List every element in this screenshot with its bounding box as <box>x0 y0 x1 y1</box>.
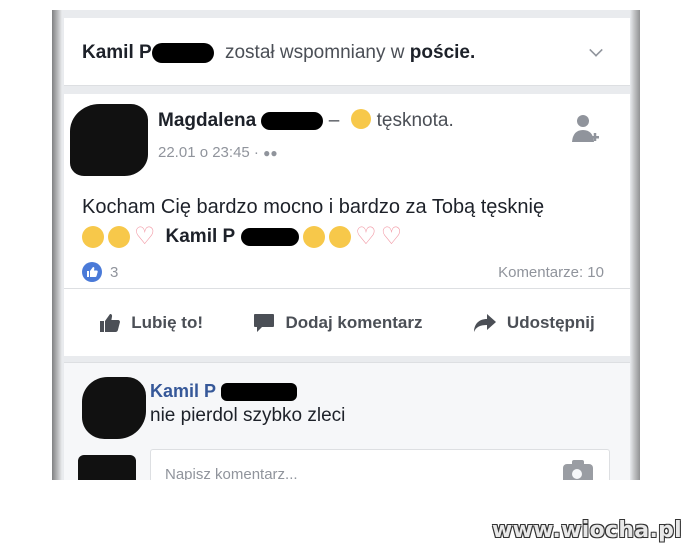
post-meta: 22.01 o 23:45 · ●● <box>158 144 278 161</box>
speech-bubble-icon <box>254 313 275 332</box>
reactions-summary[interactable]: 3 <box>82 262 118 282</box>
commenter-avatar-redacted[interactable] <box>82 377 146 439</box>
friends-audience-icon: ●● <box>263 146 278 160</box>
comment-author-line: Kamil P <box>150 381 297 402</box>
post-actions-bar: Lubię to! Dodaj komentarz Udostępnij <box>64 288 630 356</box>
mentioned-user-name[interactable]: Kamil P <box>82 42 152 63</box>
facebook-screenshot: Kamil P został wspomniany w poście. Magd… <box>52 10 640 480</box>
feeling-separator: – <box>328 110 340 131</box>
notification-action: został wspomniany w <box>224 42 405 63</box>
comment-author[interactable]: Kamil P <box>150 381 216 401</box>
comment-input[interactable]: Napisz komentarz... <box>150 449 610 480</box>
like-label: Lubię to! <box>131 312 203 332</box>
kiss-face-icon <box>108 226 130 248</box>
camera-icon[interactable] <box>563 460 593 480</box>
add-friend-icon[interactable] <box>570 112 600 148</box>
kiss-face-icon <box>329 226 352 248</box>
share-label: Udostępnij <box>506 312 595 332</box>
photo-edge-shadow <box>630 10 640 480</box>
photo-edge-shadow <box>52 10 62 480</box>
comment-text: nie pierdol szybko zleci <box>150 405 346 426</box>
tagged-user[interactable]: Kamil P <box>166 226 236 248</box>
notification-text: Kamil P został wspomniany w poście. <box>82 42 475 64</box>
post-header: Magdalena – tęsknota. <box>158 108 454 132</box>
site-watermark: www.wiocha.pl <box>492 518 682 543</box>
comment-button[interactable]: Dodaj komentarz <box>253 313 422 333</box>
post-link[interactable]: poście. <box>410 42 475 63</box>
redaction-scribble <box>151 42 214 63</box>
like-button[interactable]: Lubię to! <box>99 313 203 333</box>
redaction-scribble <box>220 383 297 402</box>
sad-face-icon <box>350 108 371 129</box>
post-timestamp[interactable]: 22.01 o 23:45 · <box>158 144 259 161</box>
like-count: 3 <box>110 263 119 281</box>
comments-section: Kamil P nie pierdol szybko zleci Napisz … <box>64 362 630 480</box>
redaction-scribble <box>261 111 324 130</box>
post-emoji-line: ♡ Kamil P ♡ ♡ <box>82 223 403 250</box>
share-button[interactable]: Udostępnij <box>473 313 595 333</box>
current-user-avatar-redacted <box>78 455 136 480</box>
share-arrow-icon <box>473 313 496 332</box>
mention-notification[interactable]: Kamil P został wspomniany w poście. <box>64 18 630 86</box>
heart-icon: ♡ <box>380 223 403 250</box>
post-author[interactable]: Magdalena <box>158 110 256 131</box>
comments-count[interactable]: Komentarze: 10 <box>498 264 604 281</box>
comment-input-placeholder: Napisz komentarz... <box>165 466 298 480</box>
redaction-scribble <box>241 228 300 246</box>
like-reaction-icon <box>82 262 102 282</box>
author-avatar-redacted[interactable] <box>70 104 148 176</box>
post-text: Kocham Cię bardzo mocno i bardzo za Tobą… <box>82 196 545 218</box>
post-card: Magdalena – tęsknota. 22.01 o 23:45 · ●●… <box>64 94 630 356</box>
heart-icon: ♡ <box>355 223 377 250</box>
chevron-down-icon[interactable] <box>589 43 603 57</box>
kiss-face-icon <box>82 226 104 248</box>
feeling-label: tęsknota. <box>376 110 454 131</box>
kiss-face-icon <box>303 226 326 248</box>
comment-label: Dodaj komentarz <box>285 312 423 332</box>
heart-icon: ♡ <box>134 223 156 250</box>
thumbs-up-icon <box>100 313 121 332</box>
